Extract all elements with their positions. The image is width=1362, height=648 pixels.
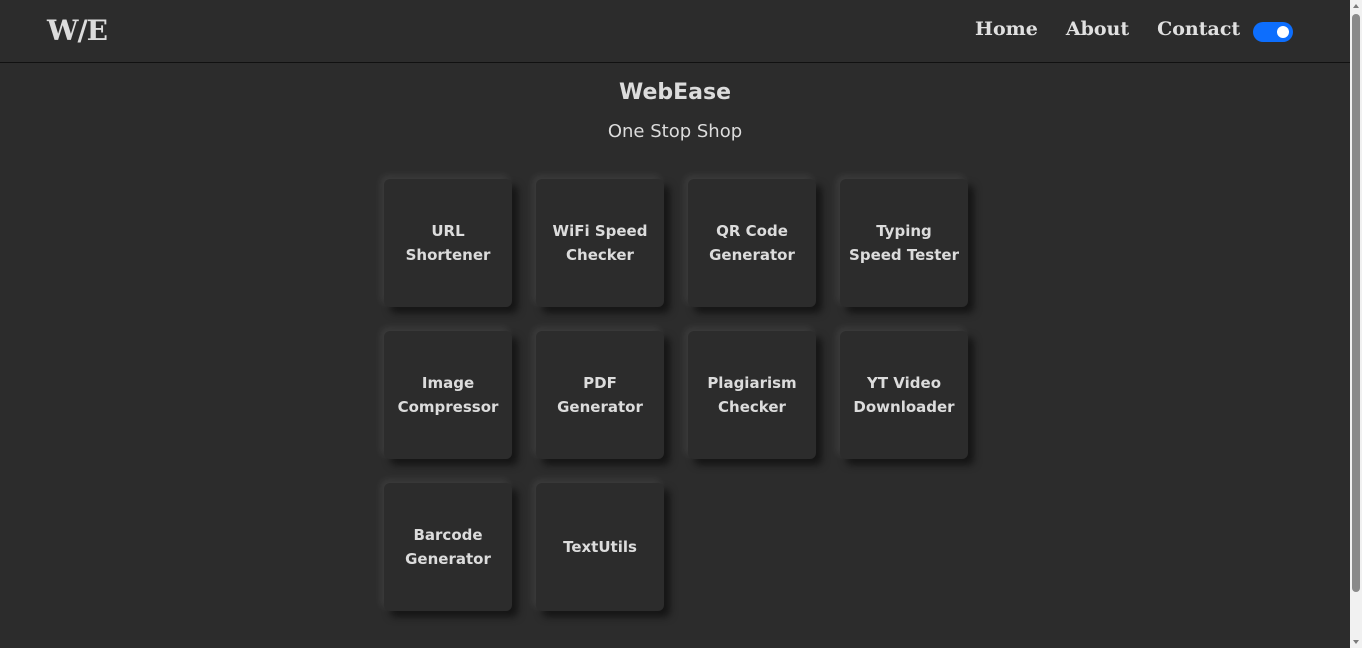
tool-card-yt-video-downloader[interactable]: YT Video Downloader: [840, 331, 968, 459]
tool-card-textutils[interactable]: TextUtils: [536, 483, 664, 611]
tool-card-barcode-generator[interactable]: Barcode Generator: [384, 483, 512, 611]
scroll-up-arrow-icon[interactable]: [1353, 4, 1359, 8]
page: W/E Home About Contact WebEase One Stop …: [0, 0, 1362, 648]
tool-card-plagiarism-checker[interactable]: Plagiarism Checker: [688, 331, 816, 459]
scrollbar-thumb[interactable]: [1352, 14, 1360, 592]
tools-grid: URL Shortener WiFi Speed Checker QR Code…: [384, 179, 968, 611]
page-title: WebEase: [618, 80, 732, 105]
toggle-knob: [1277, 26, 1289, 38]
brand-logo[interactable]: W/E: [47, 14, 108, 47]
page-subtitle: One Stop Shop: [607, 121, 743, 142]
tool-card-typing-speed-tester[interactable]: Typing Speed Tester: [840, 179, 968, 307]
tool-card-qr-code-generator[interactable]: QR Code Generator: [688, 179, 816, 307]
nav-links: Home About Contact: [975, 18, 1240, 40]
dark-mode-toggle[interactable]: [1253, 22, 1293, 42]
tool-card-pdf-generator[interactable]: PDF Generator: [536, 331, 664, 459]
vertical-scrollbar[interactable]: [1350, 0, 1362, 648]
tool-card-image-compressor[interactable]: Image Compressor: [384, 331, 512, 459]
nav-link-about[interactable]: About: [1066, 18, 1129, 40]
nav-link-home[interactable]: Home: [975, 18, 1038, 40]
nav-link-contact[interactable]: Contact: [1157, 18, 1240, 40]
tool-card-url-shortener[interactable]: URL Shortener: [384, 179, 512, 307]
tool-card-wifi-speed-checker[interactable]: WiFi Speed Checker: [536, 179, 664, 307]
navbar: W/E Home About Contact: [0, 0, 1350, 63]
scroll-down-arrow-icon[interactable]: [1353, 640, 1359, 644]
